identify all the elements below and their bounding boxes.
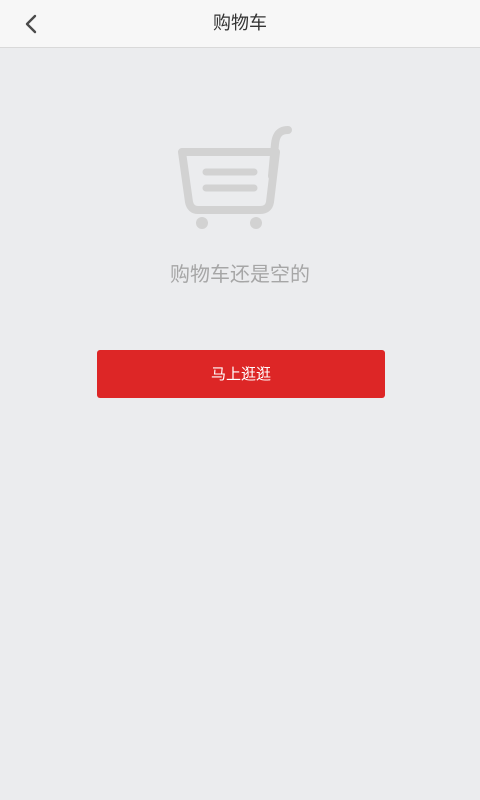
empty-cart-illustration — [176, 124, 300, 232]
shopping-cart-icon — [178, 126, 292, 229]
page-title: 购物车 — [213, 13, 267, 34]
empty-cart-message: 购物车还是空的 — [170, 262, 310, 286]
go-shopping-button[interactable]: 马上逛逛 — [97, 350, 385, 398]
chevron-left-icon — [25, 14, 37, 34]
back-button[interactable] — [14, 6, 50, 42]
top-navigation-bar: 购物车 — [0, 0, 480, 48]
